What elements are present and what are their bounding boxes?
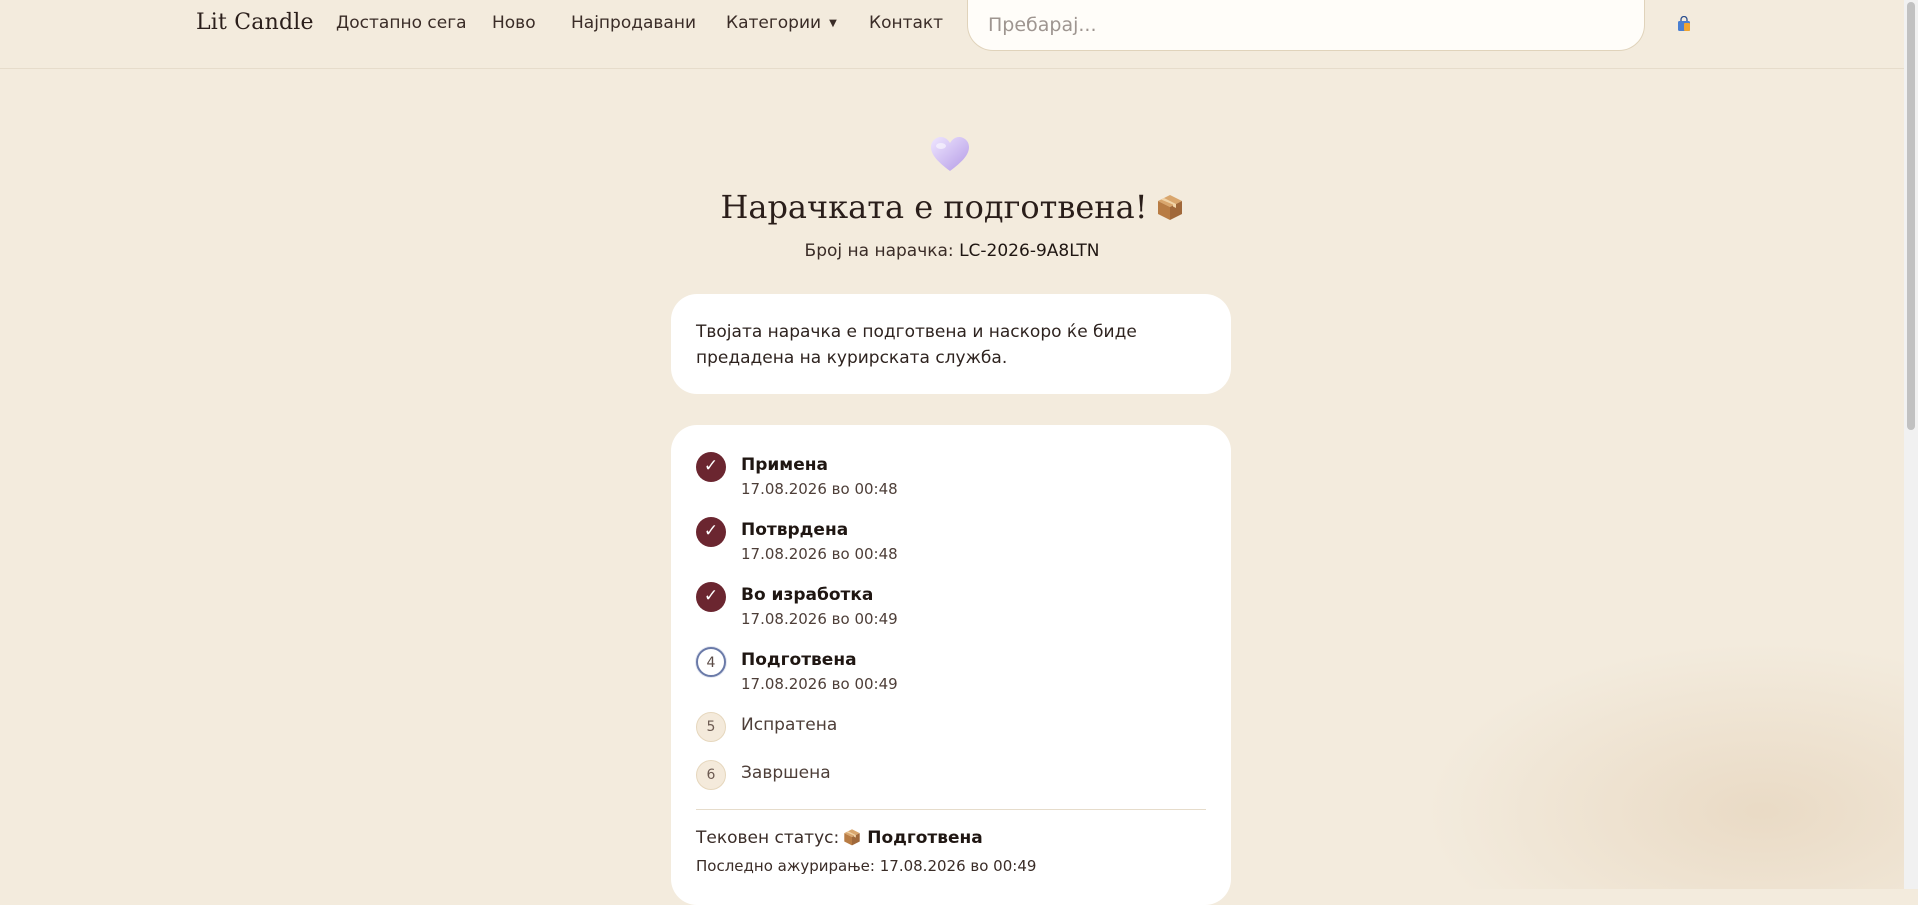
status-message-text: Твојата нарачка е подготвена и наскоро ќ… (696, 322, 1137, 368)
page-scrollbar[interactable] (1904, 0, 1918, 889)
brand-logo[interactable]: Lit Candle (196, 10, 314, 35)
nav-categories-label: Категории (726, 13, 822, 33)
current-status-label: Тековен статус: (696, 828, 840, 848)
divider (696, 809, 1206, 810)
last-updated-text: Последно ажурирање: 17.08.2026 во 00:49 (696, 857, 1037, 875)
nav-new[interactable]: Ново (492, 13, 536, 33)
step-label: Примена (741, 455, 828, 475)
heart-icon (931, 137, 969, 171)
nav-categories[interactable]: Категории ▼ (726, 13, 837, 33)
package-icon (844, 829, 860, 846)
step-date: 17.08.2026 во 00:48 (741, 480, 898, 498)
step-date: 17.08.2026 во 00:48 (741, 545, 898, 563)
current-status-value: Подготвена (867, 828, 983, 848)
step-date: 17.08.2026 во 00:49 (741, 610, 898, 628)
step-number: 5 (696, 712, 726, 742)
search-input[interactable] (967, 0, 1645, 51)
current-status-line: Тековен статус: Подготвена (696, 828, 983, 848)
nav-bestsellers[interactable]: Најпродавани (571, 13, 696, 33)
nav-new-label: Ново (492, 13, 536, 33)
step-check-icon: ✓ (696, 517, 726, 547)
step-label: Подготвена (741, 650, 857, 670)
nav-bestsellers-label: Најпродавани (571, 13, 697, 33)
order-number-line: Број на нарачка: LC-2026-9A8LTN (0, 241, 1904, 261)
nav-available-now[interactable]: Достапно сега (336, 13, 467, 33)
step-label: Во изработка (741, 585, 874, 605)
step-label: Завршена (741, 763, 831, 783)
step-label: Испратена (741, 715, 838, 735)
nav-contact[interactable]: Контакт (869, 13, 943, 33)
nav-available-now-label: Достапно сега (336, 13, 467, 33)
site-header: Lit Candle Достапно сега Ново Најпродава… (0, 0, 1904, 69)
order-number-value: LC-2026-9A8LTN (959, 241, 1100, 261)
step-check-icon: ✓ (696, 582, 726, 612)
step-label: Потврдена (741, 520, 849, 540)
caret-down-icon: ▼ (829, 18, 837, 29)
step-number: 6 (696, 760, 726, 790)
package-icon (1157, 195, 1182, 220)
status-message-card: Твојата нарачка е подготвена и наскоро ќ… (671, 294, 1231, 394)
page-title-text: Нарачката е подготвена! (720, 188, 1148, 226)
shopping-bag-icon[interactable] (1676, 16, 1692, 32)
order-number-label: Број на нарачка: (804, 241, 954, 261)
page-title: Нарачката е подготвена! (0, 188, 1904, 226)
background-glow (1398, 629, 1918, 889)
step-number-current: 4 (696, 647, 726, 677)
step-check-icon: ✓ (696, 452, 726, 482)
order-progress-card: ✓ Примена 17.08.2026 во 00:48 ✓ Потврден… (671, 425, 1231, 905)
step-date: 17.08.2026 во 00:49 (741, 675, 898, 693)
scrollbar-thumb[interactable] (1907, 2, 1915, 430)
nav-contact-label: Контакт (869, 13, 944, 33)
